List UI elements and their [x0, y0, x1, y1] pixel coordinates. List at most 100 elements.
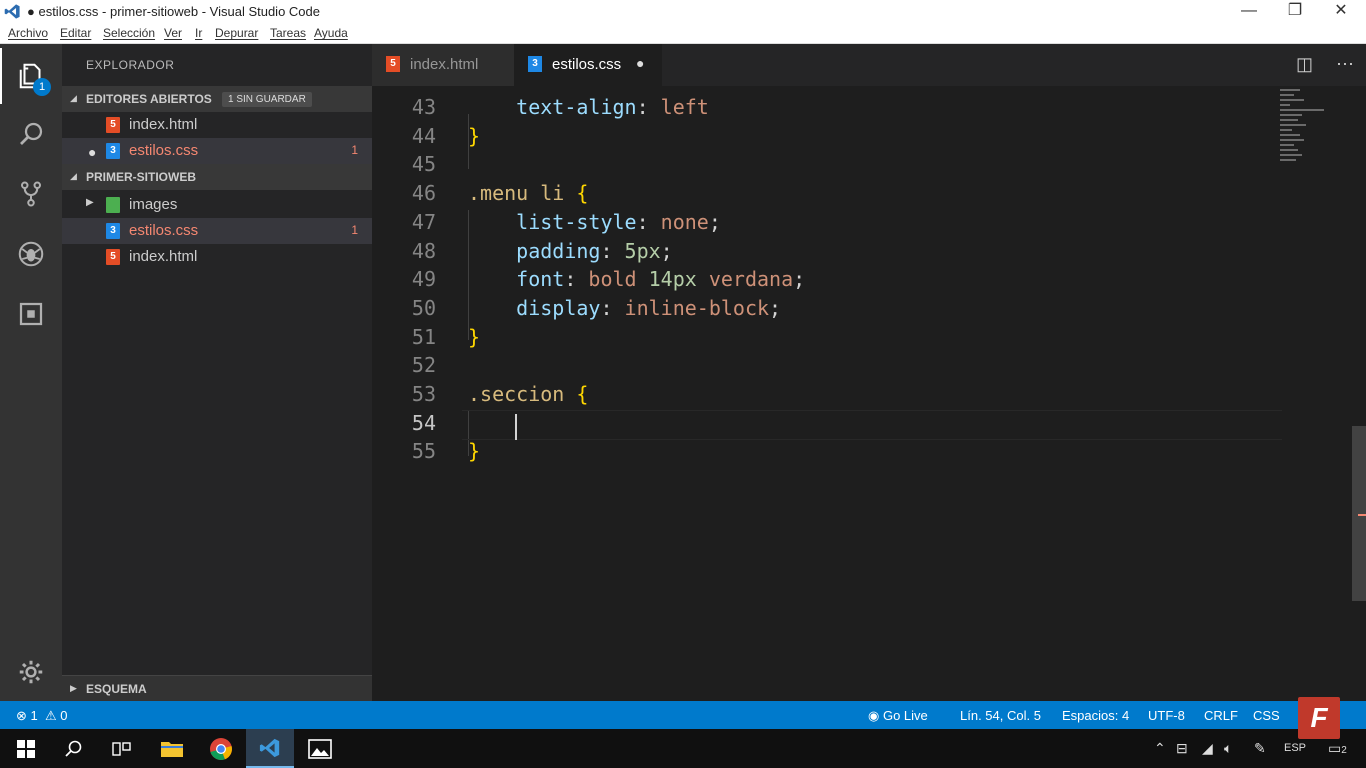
go-live-button[interactable]: ◉ Go Live: [868, 708, 928, 724]
outline-header[interactable]: ▶ ESQUEMA: [62, 675, 372, 701]
status-bar: ⊗ 1 ⚠ 0 ◉ Go Live Lín. 54, Col. 5 Espaci…: [0, 701, 1366, 729]
tree-item-folder[interactable]: ▶ images: [62, 192, 372, 218]
debug-activity[interactable]: [0, 226, 62, 282]
task-view-button[interactable]: [98, 729, 146, 768]
encoding[interactable]: UTF-8: [1148, 708, 1185, 723]
menu-tareas[interactable]: Tareas: [270, 26, 306, 40]
minimap[interactable]: [1278, 86, 1354, 196]
menu-ver[interactable]: Ver: [164, 26, 182, 40]
open-editor-item[interactable]: ● 3 estilos.css 1: [62, 138, 372, 164]
more-actions-icon[interactable]: ⋯: [1336, 54, 1354, 75]
windows-taskbar: ⌃ ⊟ ◢ 🔈︎ ✎ ESP ▭2: [0, 729, 1366, 768]
code-line[interactable]: 51}: [372, 325, 1282, 354]
start-button[interactable]: [2, 729, 50, 768]
line-number: 44: [411, 123, 436, 148]
code-line[interactable]: 50 display: inline-block;: [372, 296, 1282, 325]
gear-icon: [19, 660, 43, 684]
minimize-button[interactable]: —: [1226, 0, 1272, 24]
open-editors-header[interactable]: ◢ EDITORES ABIERTOS 1 SIN GUARDAR: [62, 86, 372, 112]
manage-activity[interactable]: [0, 644, 62, 700]
language-indicator[interactable]: ESP: [1284, 742, 1306, 754]
code-token: verdana: [696, 267, 794, 292]
open-editor-item[interactable]: 5 index.html: [62, 112, 372, 138]
menu-editar[interactable]: Editar: [60, 26, 91, 40]
tab-index-html[interactable]: 5 index.html: [372, 44, 514, 86]
code-token: }: [468, 123, 481, 148]
code-line[interactable]: 44}: [372, 124, 1282, 153]
menu-archivo[interactable]: Archivo: [8, 26, 48, 40]
search-activity[interactable]: [0, 106, 62, 162]
search-icon: [65, 740, 82, 757]
menu-bar: Archivo Editar Selección Ver Ir Depurar …: [0, 24, 1366, 44]
project-header[interactable]: ◢ PRIMER-SITIOWEB: [62, 164, 372, 190]
tree-item-file[interactable]: 3 estilos.css 1: [62, 218, 372, 244]
menu-ir[interactable]: Ir: [195, 26, 202, 40]
network-icon[interactable]: ⊟: [1176, 740, 1188, 757]
menu-seleccion[interactable]: Selección: [103, 26, 155, 40]
folder-icon: [161, 741, 183, 757]
photos-app[interactable]: [296, 729, 344, 768]
code-token: {: [576, 382, 589, 406]
menu-depurar[interactable]: Depurar: [215, 26, 258, 40]
modified-dot-icon[interactable]: ●: [636, 55, 644, 71]
code-text: }: [468, 124, 480, 148]
explorer-badge: 1: [33, 78, 51, 96]
explorer-activity[interactable]: 1: [0, 48, 62, 104]
debug-icon: [18, 241, 44, 267]
file-name: images: [129, 196, 178, 213]
line-number: 54: [411, 410, 436, 435]
cursor-position[interactable]: Lín. 54, Col. 5: [960, 708, 1041, 723]
split-editor-icon[interactable]: ◫: [1296, 54, 1313, 75]
code-token: .seccion: [468, 382, 565, 406]
code-line[interactable]: 55}: [372, 439, 1282, 468]
code-token: ;: [793, 267, 806, 292]
code-line[interactable]: 53 .seccion {: [372, 382, 1282, 411]
tab-label: estilos.css: [552, 56, 622, 73]
code-token: }: [468, 439, 481, 464]
tab-estilos-css[interactable]: 3 estilos.css ●: [514, 44, 662, 86]
line-ending[interactable]: CRLF: [1204, 708, 1238, 723]
code-text: .seccion {: [468, 382, 588, 406]
warning-count: 0: [60, 708, 68, 723]
windows-icon: [17, 739, 35, 758]
chevron-down-icon: ◢: [70, 171, 77, 181]
code-line[interactable]: 52: [372, 353, 1282, 382]
chevron-right-icon: ▶: [86, 197, 94, 208]
code-token: ;: [708, 209, 721, 234]
code-line[interactable]: 49 font: bold 14px verdana;: [372, 267, 1282, 296]
code-line[interactable]: 45: [372, 152, 1282, 181]
source-control-icon: [21, 181, 42, 207]
code-line[interactable]: 48 padding: 5px;: [372, 239, 1282, 268]
chrome-app[interactable]: [197, 729, 245, 768]
text-cursor: [515, 414, 517, 440]
chevron-up-icon[interactable]: ⌃: [1154, 740, 1166, 757]
menu-ayuda[interactable]: Ayuda: [314, 26, 348, 40]
code-line[interactable]: 46 .menu li {: [372, 181, 1282, 210]
close-button[interactable]: ✕: [1318, 0, 1364, 24]
indentation[interactable]: Espacios: 4: [1062, 708, 1129, 723]
explorer-sidebar: EXPLORADOR ◢ EDITORES ABIERTOS 1 SIN GUA…: [62, 44, 372, 701]
vscode-app[interactable]: [246, 729, 294, 768]
language-mode[interactable]: CSS: [1253, 708, 1280, 723]
code-token: :: [564, 267, 589, 292]
maximize-button[interactable]: ❐: [1272, 0, 1318, 24]
source-control-activity[interactable]: [0, 166, 62, 222]
tree-item-file[interactable]: 5 index.html: [62, 244, 372, 270]
taskbar-search[interactable]: [50, 729, 98, 768]
file-explorer-app[interactable]: [148, 729, 196, 768]
tab-label: index.html: [410, 56, 479, 73]
code-line[interactable]: 43 text-align: left: [372, 95, 1282, 124]
code-token: }: [468, 324, 481, 349]
code-editor[interactable]: 43 text-align: left 44} 45 46 .menu li {47 l…: [372, 86, 1366, 701]
code-line[interactable]: 47 list-style: none;: [372, 210, 1282, 239]
code-token: left: [660, 95, 709, 119]
extensions-activity[interactable]: [0, 286, 62, 342]
wifi-icon[interactable]: ◢: [1202, 740, 1213, 757]
code-token: ;: [660, 238, 673, 263]
vscode-logo-icon: [4, 4, 20, 19]
problems-status[interactable]: ⊗ 1 ⚠ 0: [16, 708, 68, 724]
current-line-highlight: [462, 410, 1282, 440]
pen-icon[interactable]: ✎: [1254, 740, 1266, 757]
notifications-button[interactable]: ▭2: [1328, 740, 1347, 757]
volume-icon[interactable]: 🔈︎: [1224, 740, 1232, 757]
